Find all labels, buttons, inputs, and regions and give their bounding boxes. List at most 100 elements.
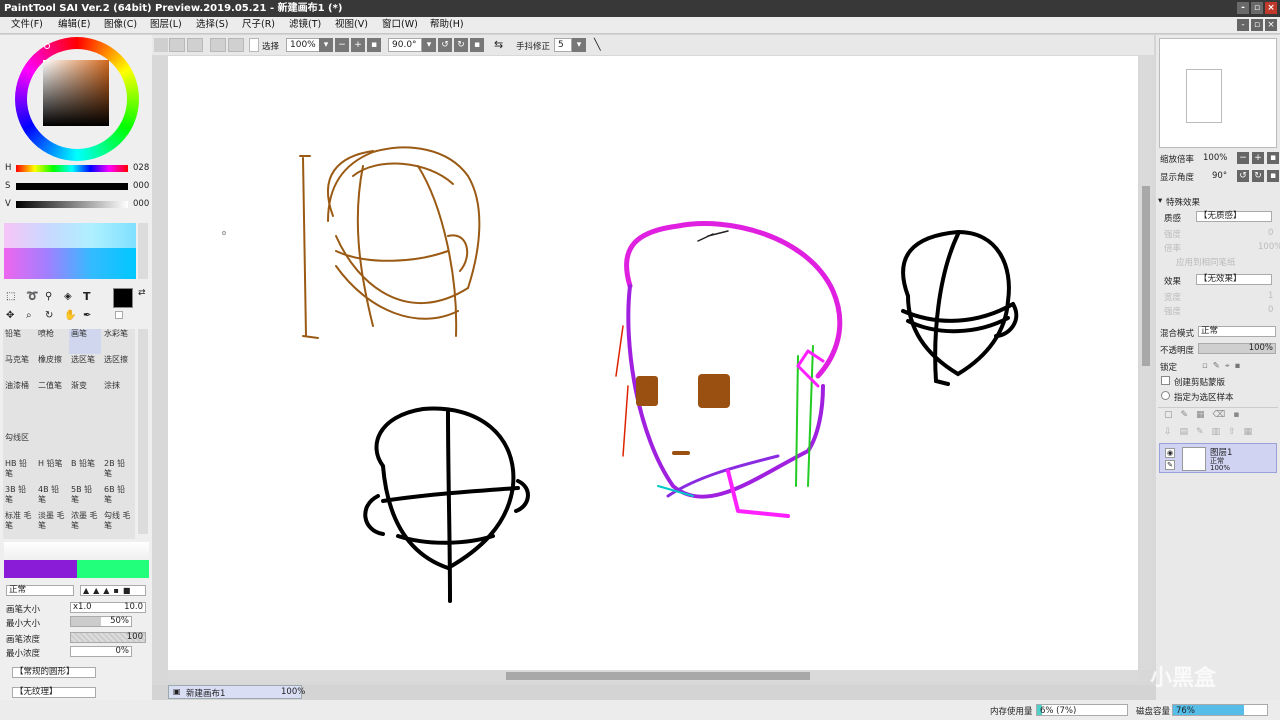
tool-hb-pencil[interactable]: HB 铅笔 <box>3 459 33 484</box>
line-tool-icon[interactable]: ╲ <box>594 38 601 51</box>
menu-select[interactable]: 选择(S) <box>196 17 228 33</box>
tool-marker[interactable]: 马克笔 <box>3 355 35 380</box>
collapse-icon[interactable] <box>154 38 168 52</box>
tool-watercolor[interactable]: 水彩笔 <box>102 329 134 354</box>
tool-lineart-area[interactable]: 勾线区 <box>3 433 35 458</box>
primary-swatch[interactable] <box>4 560 77 578</box>
zoom-field[interactable]: 100% <box>286 38 320 52</box>
menu-ruler[interactable]: 尺子(R) <box>242 17 275 33</box>
vertical-scrollbar-thumb[interactable] <box>1142 186 1150 366</box>
close-button[interactable]: × <box>1265 2 1277 14</box>
layer-item[interactable]: ◉ ✎ 图层1 正常 100% <box>1159 443 1277 473</box>
hand-tool-icon[interactable]: ✋ <box>64 310 76 321</box>
navigator-preview[interactable] <box>1159 38 1277 148</box>
layer-edit-icon[interactable]: ✎ <box>1165 460 1175 470</box>
maximize-button[interactable]: ▫ <box>1251 2 1263 14</box>
rotate-tool-icon[interactable]: ↻ <box>45 310 53 321</box>
zoom-reset-button[interactable]: ▪ <box>367 38 381 52</box>
brush-density-slider[interactable]: 100 <box>70 632 146 643</box>
menu-view[interactable]: 视图(V) <box>335 17 368 33</box>
redo-button[interactable] <box>187 38 203 52</box>
tool-4b-pencil[interactable]: 4B 铅笔 <box>36 485 66 510</box>
undo-button[interactable] <box>169 38 185 52</box>
value-slider[interactable] <box>16 201 128 208</box>
doc-minimize-button[interactable]: - <box>1237 19 1249 31</box>
tool-standard-brush[interactable]: 标准 毛笔 <box>3 511 33 536</box>
min-density-slider[interactable]: 0% <box>70 646 132 657</box>
tool-6b-pencil[interactable]: 6B 铅笔 <box>102 485 132 510</box>
menu-window[interactable]: 窗口(W) <box>382 17 418 33</box>
lock-icons[interactable]: ▫✎⌖▪ <box>1202 361 1245 371</box>
brush-size-field[interactable]: x1.0 10.0 <box>70 602 146 613</box>
doc-maximize-button[interactable]: ▫ <box>1251 19 1263 31</box>
zoom-dropdown-icon[interactable]: ▾ <box>319 38 333 52</box>
tool-eraser[interactable]: 橡皮擦 <box>36 355 68 380</box>
nav-rotate-reset-button[interactable]: ▪ <box>1267 170 1279 182</box>
secondary-swatch[interactable] <box>77 560 149 578</box>
tool-b-pencil[interactable]: B 铅笔 <box>69 459 99 484</box>
move-icon[interactable]: ✥ <box>6 310 14 321</box>
tool-brush[interactable]: 画笔 <box>69 329 101 354</box>
eyedropper-icon[interactable]: ✒ <box>83 310 91 321</box>
swatch-scrollbar[interactable] <box>138 223 148 279</box>
swap-colors-icon[interactable]: ⇄ <box>138 288 146 298</box>
menu-help[interactable]: 帮助(H) <box>430 17 464 33</box>
menu-filter[interactable]: 滤镜(T) <box>289 17 321 33</box>
opacity-slider[interactable]: 100% <box>1198 343 1276 354</box>
text-tool-icon[interactable]: T <box>83 290 91 303</box>
nav-zoom-out-button[interactable]: − <box>1237 152 1249 164</box>
tool-grid-scrollbar[interactable] <box>138 329 148 534</box>
clip-checkbox[interactable] <box>1161 376 1170 385</box>
vertical-scrollbar[interactable] <box>1140 56 1152 670</box>
nav-zoom-reset-button[interactable]: ▪ <box>1267 152 1279 164</box>
tool-light-ink-brush[interactable]: 淡墨 毛笔 <box>36 511 66 536</box>
brush-tip-shapes[interactable]: ▲▲▲▪■ <box>80 585 146 596</box>
layer-action-icons-2[interactable]: ⇩▤✎▥⇧▦ <box>1164 427 1260 437</box>
marquee-icon[interactable]: ⬚ <box>6 291 15 302</box>
rotate-reset-button[interactable]: ▪ <box>470 38 484 52</box>
menu-file[interactable]: 文件(F) <box>11 17 43 33</box>
selection-checkbox[interactable] <box>249 38 259 52</box>
tool-binary-pen[interactable]: 二值笔 <box>36 381 68 406</box>
blend-mode-select[interactable]: 正常 <box>1198 326 1276 337</box>
layer-visibility-icon[interactable]: ◉ <box>1165 448 1175 458</box>
saturation-slider[interactable] <box>16 183 128 190</box>
tool-gradient[interactable]: 渐变 <box>69 381 101 406</box>
tool-fill[interactable]: 油漆桶 <box>3 381 35 406</box>
brush-shape-select[interactable]: 【常规的圆形】 <box>12 667 96 678</box>
tool-blur[interactable]: 涂抹 <box>102 381 134 406</box>
nav-rotate-left-button[interactable]: ↺ <box>1237 170 1249 182</box>
ref-checkbox[interactable] <box>1161 391 1170 400</box>
deselect-button[interactable] <box>210 38 226 52</box>
zoom-out-button[interactable]: − <box>335 38 349 52</box>
effect-select[interactable]: 【无效果】 <box>1196 274 1272 285</box>
brush-mode-select[interactable]: 正常 <box>6 585 74 596</box>
tool-h-pencil[interactable]: H 铅笔 <box>36 459 66 484</box>
doc-close-button[interactable]: × <box>1265 19 1277 31</box>
foreground-color[interactable] <box>113 288 133 308</box>
hue-slider[interactable] <box>16 165 128 172</box>
tool-select-eraser[interactable]: 选区擦 <box>102 355 134 380</box>
background-color[interactable] <box>115 311 123 319</box>
document-tab[interactable]: ▣ 新建画布1 100% <box>168 685 305 699</box>
drawing-canvas[interactable] <box>168 56 1138 670</box>
tool-select-pen[interactable]: 选区笔 <box>69 355 101 380</box>
navigator-viewport[interactable] <box>1186 69 1222 123</box>
tool-dark-ink-brush[interactable]: 浓墨 毛笔 <box>69 511 99 536</box>
rotate-left-button[interactable]: ↺ <box>438 38 452 52</box>
rotate-right-button[interactable]: ↻ <box>454 38 468 52</box>
tool-5b-pencil[interactable]: 5B 铅笔 <box>69 485 99 510</box>
tool-2b-pencil[interactable]: 2B 铅笔 <box>102 459 132 484</box>
effects-collapse-icon[interactable]: ▾ <box>1158 196 1162 206</box>
rotation-dropdown-icon[interactable]: ▾ <box>422 38 436 52</box>
min-size-slider[interactable]: 50% <box>70 616 132 627</box>
invert-selection-button[interactable] <box>228 38 244 52</box>
tool-line-brush[interactable]: 勾线 毛笔 <box>102 511 132 536</box>
flip-icon[interactable]: ⇆ <box>494 38 503 51</box>
lasso-icon[interactable]: ➰ <box>26 291 38 302</box>
nav-rotate-right-button[interactable]: ↻ <box>1252 170 1264 182</box>
zoom-tool-icon[interactable]: ⌕ <box>26 310 32 321</box>
nav-zoom-in-button[interactable]: + <box>1252 152 1264 164</box>
stabilizer-field[interactable]: 5 <box>554 38 572 52</box>
horizontal-scrollbar-thumb[interactable] <box>506 672 810 680</box>
